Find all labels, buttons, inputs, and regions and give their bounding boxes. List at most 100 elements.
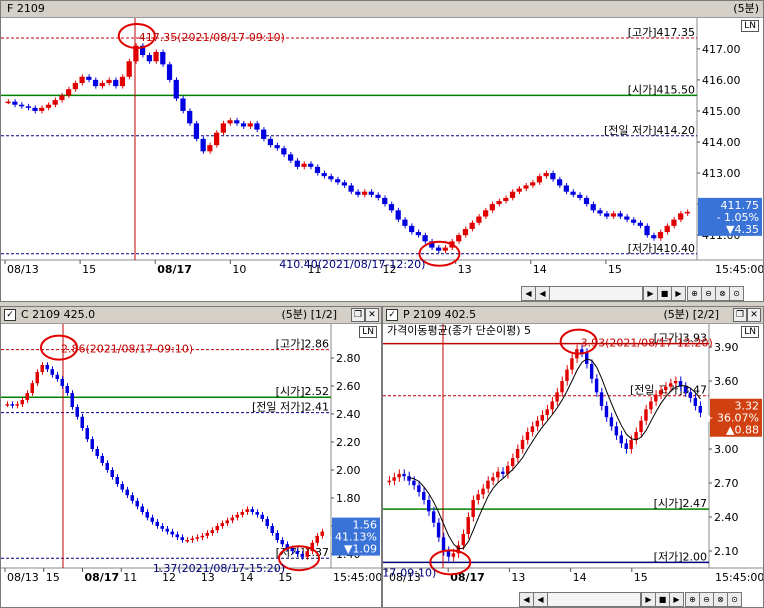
call-option-chart-panel: ✓ C 2109 425.0 (5분) [1/2] ❐ ✕ LN 2.80 2.6…	[0, 306, 382, 608]
put-zoom-in-icon[interactable]: ⊕	[685, 592, 700, 607]
candle-body	[32, 107, 38, 111]
candle-body	[220, 523, 224, 526]
candle-body	[255, 512, 259, 515]
candle-body	[664, 386, 668, 391]
candle-body	[10, 404, 14, 406]
candle-body	[99, 83, 105, 87]
scroll-right-button[interactable]: ▶	[643, 286, 658, 301]
candle-body	[281, 148, 287, 155]
call-period: (5분) [1/2]	[282, 307, 338, 323]
candle-body	[328, 176, 334, 180]
candle-body	[335, 179, 341, 183]
low-annotation: 410.40(2021/08/17-12:20)	[279, 258, 425, 271]
x-tick-label: 13	[511, 571, 525, 584]
x-tick-label: 14	[573, 571, 587, 584]
candle-body	[649, 401, 653, 410]
put-stop-button[interactable]: ■	[655, 592, 670, 607]
call-candle-chart[interactable]: 2.802.602.402.202.001.801.601.4008/13150…	[1, 324, 381, 592]
horizontal-scrollbar[interactable]	[549, 286, 643, 301]
moving-average-legend: 가격이동평균(종가 단순이평) 5	[387, 324, 531, 337]
candle-body	[240, 123, 247, 127]
put-zoom-reset-icon[interactable]: ⊙	[727, 592, 742, 607]
candle-body	[240, 512, 244, 515]
candle-body	[120, 484, 124, 490]
zoom-out-icon[interactable]: ⊖	[701, 286, 716, 301]
candle-body	[397, 473, 401, 478]
candle-body	[589, 364, 594, 379]
put-scroll-left-end-button[interactable]: ◀	[519, 592, 534, 607]
price-level-label: [시가]2.52	[276, 385, 329, 398]
futures-period[interactable]: (5분)	[733, 1, 759, 17]
put-candle-chart[interactable]: 3.903.603.303.002.702.402.1008/1308/1713…	[383, 324, 763, 592]
zoom-in-icon[interactable]: ⊕	[687, 286, 702, 301]
candle-body	[501, 471, 505, 474]
stop-button[interactable]: ■	[657, 286, 672, 301]
candle-body	[466, 517, 470, 534]
candle-body	[619, 435, 623, 444]
candle-body	[565, 369, 569, 381]
put-restore-button[interactable]: ❐	[733, 308, 747, 322]
candle-body	[530, 182, 536, 186]
candle-body	[355, 191, 361, 195]
candle-body	[230, 517, 234, 521]
x-tick-label: 15:45:00	[715, 263, 763, 276]
candle-body	[70, 393, 74, 407]
candle-body	[436, 522, 441, 538]
put-page: [2/2]	[692, 308, 719, 321]
candle-body	[153, 51, 159, 62]
candle-body	[476, 216, 482, 223]
scroll-left-end-button[interactable]: ◀	[521, 286, 536, 301]
candle-body	[190, 538, 194, 541]
candle-body	[550, 401, 554, 410]
candle-body	[15, 404, 19, 406]
x-tick-label: 15	[634, 571, 648, 584]
put-zoom-fit-icon[interactable]: ⊗	[713, 592, 728, 607]
call-close-button[interactable]: ✕	[365, 308, 379, 322]
price-level-label: [전일 저가]2.41	[252, 400, 329, 414]
candle-body	[604, 405, 609, 418]
candle-body	[560, 381, 564, 393]
candle-body	[321, 173, 327, 177]
scroll-right-end-button[interactable]: ▶	[671, 286, 686, 301]
candle-body	[100, 456, 104, 463]
call-checkbox[interactable]: ✓	[4, 309, 16, 321]
candle-body	[368, 191, 374, 195]
candle-body	[60, 379, 64, 386]
price-level-label: [시가]2.47	[654, 497, 707, 510]
candle-body	[166, 64, 173, 80]
candle-body	[520, 439, 525, 449]
zoom-reset-icon[interactable]: ⊙	[729, 286, 744, 301]
candle-body	[409, 225, 415, 233]
candle-body	[417, 485, 421, 493]
x-tick-label: 13	[458, 263, 472, 276]
put-checkbox[interactable]: ✓	[386, 309, 398, 321]
call-page: [1/2]	[310, 308, 337, 321]
candle-body	[570, 358, 574, 370]
zoom-fit-icon[interactable]: ⊗	[715, 286, 730, 301]
call-restore-button[interactable]: ❐	[351, 308, 365, 322]
put-scroll-right-end-button[interactable]: ▶	[669, 592, 684, 607]
call-period-text[interactable]: (5분)	[282, 308, 308, 321]
candle-body	[187, 110, 193, 124]
x-tick-label: 15:45:00	[333, 571, 381, 584]
scroll-left-button[interactable]: ◀	[535, 286, 550, 301]
put-close-button[interactable]: ✕	[747, 308, 761, 322]
put-horizontal-scrollbar[interactable]	[547, 592, 641, 607]
put-zoom-out-icon[interactable]: ⊖	[699, 592, 714, 607]
candle-body	[599, 392, 604, 406]
futures-candle-chart[interactable]: 417.00416.00415.00414.00413.00412.00411.…	[1, 18, 763, 284]
put-scroll-left-button[interactable]: ◀	[533, 592, 548, 607]
candle-body	[545, 409, 549, 415]
candle-body	[644, 409, 648, 421]
candle-body	[523, 185, 529, 189]
candle-body	[688, 392, 693, 398]
candle-body	[348, 185, 354, 192]
put-period-text[interactable]: (5분)	[664, 308, 690, 321]
candle-body	[265, 519, 269, 526]
candle-body	[388, 204, 395, 211]
candle-body	[442, 247, 448, 251]
candle-body	[254, 123, 260, 130]
candle-body	[85, 428, 89, 440]
put-scroll-right-button[interactable]: ▶	[641, 592, 656, 607]
candle-body	[624, 216, 630, 220]
